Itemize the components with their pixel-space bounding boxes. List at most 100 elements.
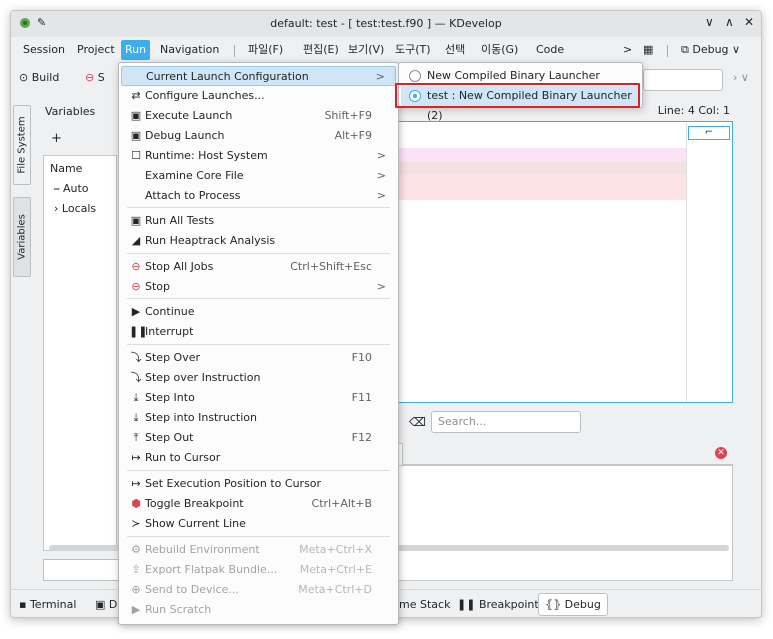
tab-frame-stack[interactable]: me Stack	[399, 598, 450, 611]
maximize-icon[interactable]: ∧	[725, 15, 734, 29]
menu-item-execute-launch[interactable]: ▣ Execute Launch Shift+F9	[121, 106, 396, 126]
menu-item-runtime-host-system[interactable]: ☐ Runtime: Host System >	[121, 146, 396, 166]
menu-item-label: Runtime: Host System	[145, 149, 268, 162]
menu-separator	[127, 298, 390, 299]
tree-item-locals-label: Locals	[61, 202, 97, 215]
evaluate-icon[interactable]: +	[51, 131, 62, 146]
minimap-viewport[interactable]: ⌐	[688, 126, 730, 140]
radio-checked-icon	[409, 90, 421, 102]
search-input[interactable]: Search...	[431, 411, 581, 433]
menu-item-stop[interactable]: ⊖ Stop >	[121, 277, 396, 297]
variables-panel: Variables + Name ⎯ Auto › Locals	[39, 101, 117, 571]
menu-item-interrupt[interactable]: ❚❚ Interrupt	[121, 322, 396, 342]
menu-item-label: Execute Launch	[145, 109, 233, 122]
menu-item-set-execution-position-to-cursor[interactable]: ↦ Set Execution Position to Cursor	[121, 474, 396, 494]
menu-item-icon: ▶	[131, 305, 141, 318]
menu-item-step-into-instruction[interactable]: ⤓ Step into Instruction	[121, 408, 396, 428]
stop-button[interactable]: ⊖ S	[85, 71, 105, 84]
tab-debug[interactable]: ⦃⦄ Debug	[538, 593, 608, 616]
location-combo[interactable]	[643, 69, 723, 91]
menu-item-label: Run All Tests	[145, 214, 215, 227]
menu-item-step-out[interactable]: ⤒ Step Out F12	[121, 428, 396, 448]
menu-tools[interactable]: 도구(T)	[391, 40, 435, 60]
area-switcher-icon[interactable]: ▦	[639, 40, 657, 60]
variables-filter-input[interactable]	[43, 559, 123, 581]
menu-item-export-flatpak-bundle[interactable]: ⇪ Export Flatpak Bundle... Meta+Ctrl+E	[121, 560, 396, 580]
menu-item-show-current-line[interactable]: ≻ Show Current Line	[121, 514, 396, 534]
menu-item-label: Stop	[145, 280, 171, 293]
menu-item-current-launch-configuration[interactable]: Current Launch Configuration >	[121, 66, 396, 86]
menu-edit[interactable]: 편집(E)	[299, 40, 343, 60]
menu-item-step-over[interactable]: ⤵ Step Over F10	[121, 348, 396, 368]
variables-tree[interactable]: Name ⎯ Auto › Locals	[43, 155, 117, 551]
tab-documentation[interactable]: ▣ D	[95, 598, 117, 611]
menu-goto[interactable]: 이동(G)	[477, 40, 522, 60]
tree-item-locals[interactable]: › Locals	[54, 202, 96, 215]
debug-area-button[interactable]: ⧉ Debug ∨	[677, 40, 744, 60]
menu-item-shortcut: Meta+Ctrl+X	[299, 543, 372, 556]
tab-breakpoints[interactable]: ❚❚ Breakpoints	[457, 598, 544, 611]
menu-item-label: Run to Cursor	[145, 451, 221, 464]
tree-item-auto-label: Auto	[63, 182, 89, 195]
menu-item-continue[interactable]: ▶ Continue	[121, 302, 396, 322]
tab-terminal[interactable]: ▪ Terminal	[19, 598, 76, 611]
menu-item-step-over-instruction[interactable]: ⤵ Step over Instruction	[121, 368, 396, 388]
debug-area-icon: ⧉	[681, 43, 693, 56]
menu-separator	[127, 470, 390, 471]
tab-file-system[interactable]: File System	[13, 105, 31, 185]
submenu-item-new-compiled-binary-launcher[interactable]: New Compiled Binary Launcher	[401, 66, 640, 86]
menu-item-icon: ⤵	[130, 351, 142, 364]
menu-item-examine-core-file[interactable]: Examine Core File >	[121, 166, 396, 186]
menu-item-step-into[interactable]: ⤓ Step Into F11	[121, 388, 396, 408]
menu-session[interactable]: Session	[19, 40, 69, 60]
menu-select[interactable]: 선택	[441, 40, 469, 60]
menu-item-icon: ◢	[131, 234, 141, 247]
close-icon[interactable]: ✕	[744, 15, 754, 29]
menu-item-label: Stop All Jobs	[145, 260, 214, 273]
menu-navigation[interactable]: Navigation	[156, 40, 223, 60]
tree-item-auto[interactable]: ⎯ Auto	[54, 182, 89, 196]
menu-item-stop-all-jobs[interactable]: ⊖ Stop All Jobs Ctrl+Shift+Esc	[121, 257, 396, 277]
menu-project[interactable]: Project	[73, 40, 119, 60]
error-icon[interactable]: ✕	[715, 447, 727, 459]
menu-item-label: Step over Instruction	[145, 371, 261, 384]
menu-item-attach-to-process[interactable]: Attach to Process >	[121, 186, 396, 206]
menu-item-debug-launch[interactable]: ▣ Debug Launch Alt+F9	[121, 126, 396, 146]
tab-variables[interactable]: Variables	[13, 197, 31, 277]
submenu-item-test-launcher[interactable]: test : New Compiled Binary Launcher (2)	[401, 86, 640, 122]
tab-terminal-label: Terminal	[29, 598, 77, 611]
menu-item-rebuild-environment[interactable]: ⚙ Rebuild Environment Meta+Ctrl+X	[121, 540, 396, 560]
menu-separator	[127, 207, 390, 208]
menu-run[interactable]: Run	[121, 40, 151, 60]
menu-item-run-heaptrack-analysis[interactable]: ◢ Run Heaptrack Analysis	[121, 231, 396, 251]
menu-code[interactable]: Code	[532, 40, 568, 60]
debug-icon: ⦃⦄	[545, 598, 565, 611]
menu-item-label: Continue	[145, 305, 195, 318]
menu-item-toggle-breakpoint[interactable]: ⬢ Toggle Breakpoint Ctrl+Alt+B	[121, 494, 396, 514]
menu-item-icon: ▣	[130, 214, 142, 227]
menu-item-run-scratch[interactable]: ▶ Run Scratch	[121, 600, 396, 620]
menu-item-label: Configure Launches...	[145, 89, 265, 102]
menu-item-configure-launches[interactable]: ⇄ Configure Launches...	[121, 86, 396, 106]
menu-item-icon: ⊕	[131, 583, 141, 596]
build-icon: ⊙	[19, 71, 32, 84]
menu-item-run-all-tests[interactable]: ▣ Run All Tests	[121, 211, 396, 231]
editor-minimap[interactable]: ⌐	[686, 122, 732, 402]
output-view[interactable]	[391, 465, 733, 581]
minimize-icon[interactable]: ∨	[705, 15, 714, 29]
menu-more-arrow[interactable]: >	[619, 40, 636, 60]
build-button[interactable]: ⊙ Build	[19, 71, 59, 84]
forward-arrow-icon[interactable]: › ∨	[733, 71, 749, 84]
menu-item-label: Show Current Line	[145, 517, 246, 530]
menu-item-label: Current Launch Configuration	[146, 70, 309, 83]
menu-item-shortcut: F11	[351, 391, 372, 404]
clear-search-icon[interactable]: ⌫	[409, 415, 426, 429]
column-header-name[interactable]: Name	[50, 162, 82, 175]
menu-item-label: Send to Device...	[145, 583, 239, 596]
menu-view[interactable]: 보기(V)	[344, 40, 388, 60]
menu-file[interactable]: 파일(F)	[244, 40, 287, 60]
code-editor[interactable]: Line: 4 Col: 1 ⌐	[391, 104, 733, 403]
menu-item-run-to-cursor[interactable]: ↦ Run to Cursor	[121, 448, 396, 468]
title-bar: ✎ default: test - [ test:test.f90 ] — KD…	[11, 11, 761, 37]
menu-item-send-to-device[interactable]: ⊕ Send to Device... Meta+Ctrl+D	[121, 580, 396, 600]
